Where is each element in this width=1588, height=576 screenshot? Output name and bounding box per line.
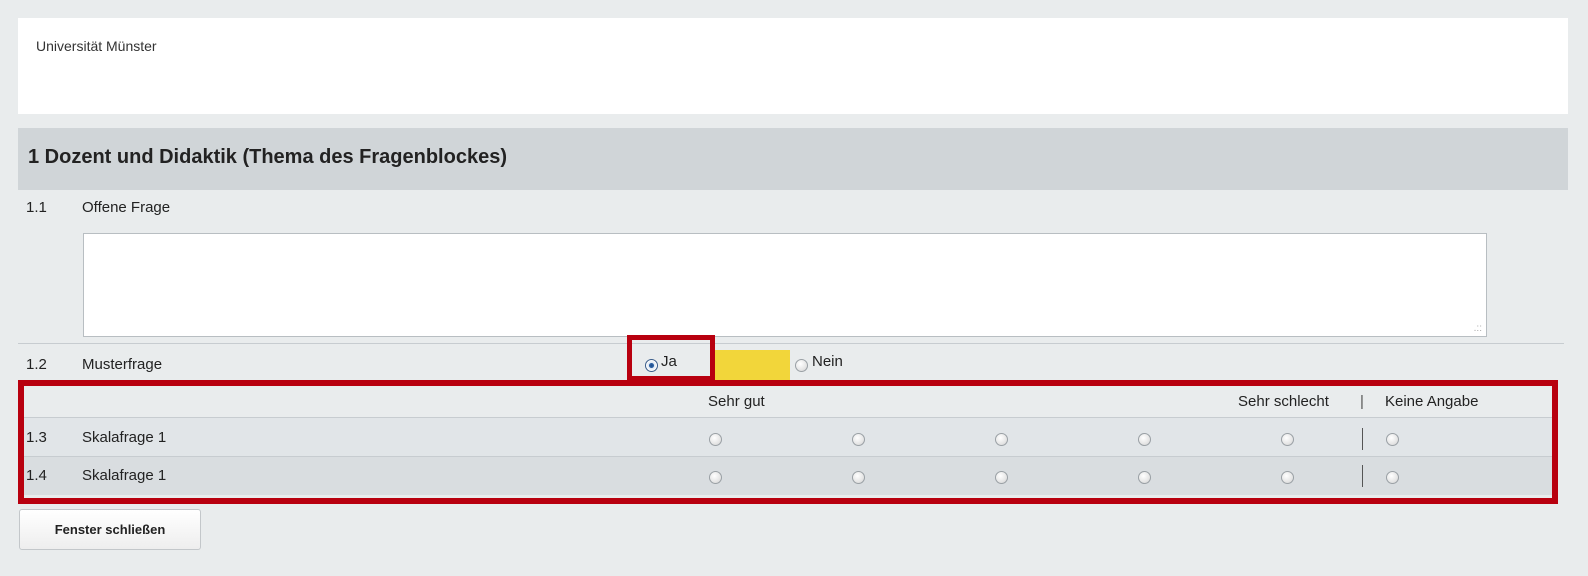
yellow-highlight [715, 350, 790, 380]
close-window-button[interactable]: Fenster schließen [19, 509, 201, 550]
highlight-box-scale [18, 380, 1558, 504]
block-title-bar: 1 Dozent und Didaktik (Thema des Fragenb… [18, 128, 1568, 190]
question-text: Offene Frage [82, 199, 171, 216]
university-name: Universität Münster [36, 38, 157, 54]
resize-grip-icon[interactable]: .:: [1474, 323, 1482, 334]
block-title: 1 Dozent und Didaktik (Thema des Fragenb… [28, 146, 507, 168]
row-divider [18, 343, 1564, 344]
open-answer-textarea[interactable]: .:: [83, 233, 1487, 337]
option-label-nein: Nein [812, 353, 843, 370]
highlight-box-ja [627, 335, 715, 381]
question-number: 1.2 [26, 356, 47, 373]
radio-nein[interactable] [795, 359, 808, 372]
question-number: 1.1 [26, 199, 47, 216]
question-text: Musterfrage [82, 356, 163, 373]
header-panel: Universität Münster [18, 18, 1568, 114]
